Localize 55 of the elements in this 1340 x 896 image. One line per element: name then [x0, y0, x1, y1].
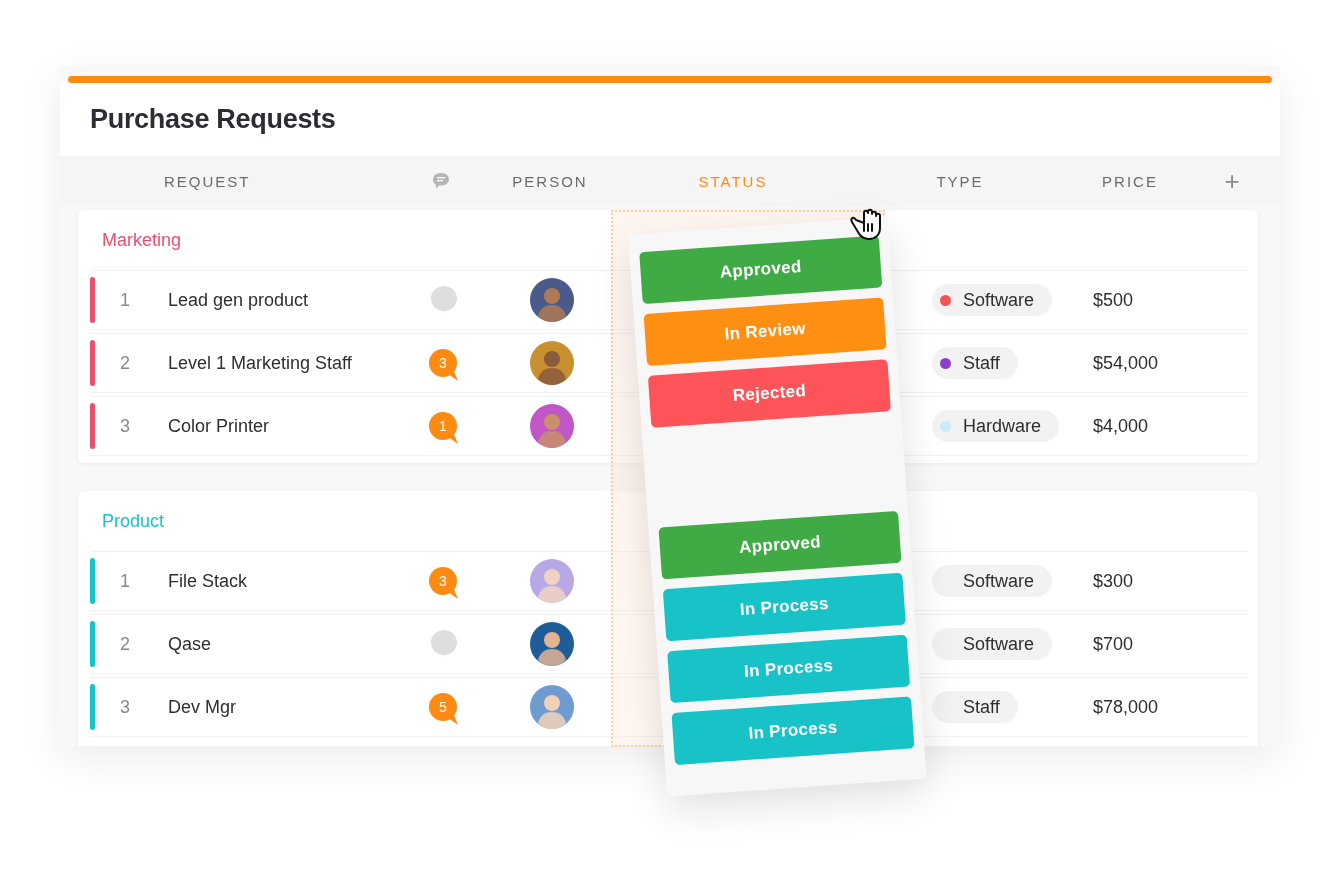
page-title: Purchase Requests: [60, 83, 1280, 156]
comment-icon[interactable]: [431, 171, 451, 191]
price: $78,000: [1093, 696, 1159, 718]
request-name: Qase: [168, 633, 213, 655]
type-label: Software: [963, 633, 1035, 655]
avatar: [530, 685, 574, 729]
type-tag[interactable]: Staff: [932, 691, 1018, 723]
request-name: Level 1 Marketing Staff: [168, 352, 353, 374]
price: $4,000: [1093, 415, 1149, 437]
price: $300: [1093, 570, 1134, 592]
column-header[interactable]: TYPE: [936, 172, 984, 190]
row-number: 2: [119, 352, 131, 374]
status-pill[interactable]: In Process: [667, 634, 911, 704]
type-tag[interactable]: Software: [932, 565, 1053, 597]
type-label: Software: [963, 570, 1035, 592]
avatar: [530, 341, 574, 385]
price: $54,000: [1093, 352, 1159, 374]
comment-icon[interactable]: [429, 628, 459, 660]
avatar: [530, 559, 574, 603]
status-pill[interactable]: In Review: [643, 297, 887, 366]
column-header[interactable]: PRICE: [1102, 172, 1158, 190]
comment-icon[interactable]: [429, 284, 459, 316]
avatar: [530, 404, 574, 448]
status-pill[interactable]: Approved: [639, 235, 883, 305]
type-tag[interactable]: Hardware: [932, 410, 1060, 442]
type-tag[interactable]: Software: [932, 628, 1053, 660]
status-pill[interactable]: In Process: [671, 696, 915, 765]
type-tag[interactable]: Software: [932, 284, 1053, 316]
row-number: 3: [119, 415, 131, 437]
request-name: File Stack: [168, 570, 249, 592]
column-header[interactable]: STATUS: [698, 172, 768, 190]
type-label: Staff: [963, 352, 1000, 374]
price: $700: [1093, 633, 1134, 655]
row-number: 1: [119, 570, 131, 592]
row-number: 1: [119, 289, 131, 311]
group-title[interactable]: Marketing: [78, 210, 182, 270]
type-label: Hardware: [963, 415, 1042, 437]
request-name: Dev Mgr: [168, 696, 237, 718]
type-tag[interactable]: Staff: [932, 347, 1018, 379]
avatar: [530, 622, 574, 666]
column-header[interactable]: PERSON: [512, 172, 588, 190]
status-pill[interactable]: In Process: [662, 572, 906, 642]
request-name: Color Printer: [168, 415, 271, 437]
row-number: 3: [119, 696, 131, 718]
group-title[interactable]: Product: [78, 491, 165, 551]
column-header[interactable]: REQUEST: [164, 172, 251, 190]
price: $500: [1093, 289, 1134, 311]
status-pill[interactable]: Approved: [658, 510, 902, 580]
row-number: 2: [119, 633, 131, 655]
type-label: Software: [963, 289, 1035, 311]
status-pill[interactable]: Rejected: [647, 359, 891, 428]
avatar: [530, 278, 574, 322]
request-name: Lead gen product: [168, 289, 310, 311]
add-column-button[interactable]: +: [1220, 168, 1244, 194]
type-label: Staff: [963, 696, 1000, 718]
